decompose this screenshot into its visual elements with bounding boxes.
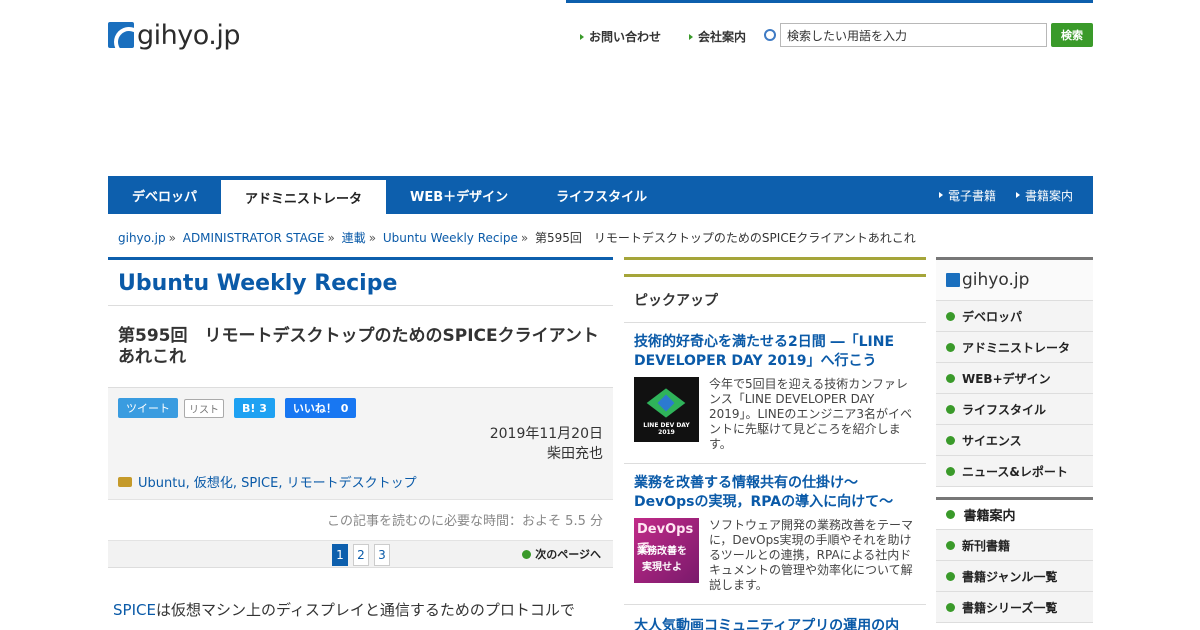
- breadcrumb-home[interactable]: gihyo.jp: [118, 231, 166, 245]
- pickup-item-title[interactable]: 技術的好奇心を満たせる2日間 ―「LINE DEVELOPER DAY 2019…: [634, 333, 916, 371]
- breadcrumb: gihyo.jp» ADMINISTRATOR STAGE» 連載» Ubunt…: [118, 231, 916, 245]
- page-2[interactable]: 2: [353, 544, 369, 566]
- pickup-item-title[interactable]: 業務を改善する情報共有の仕掛け～DevOpsの実現，RPAの導入に向けて～: [634, 474, 916, 512]
- sidebar: gihyo.jp デベロッパ アドミニストレータ WEB+デザイン ライフスタイ…: [936, 257, 1093, 623]
- sidebar-logo[interactable]: gihyo.jp: [936, 260, 1093, 301]
- tab-administrator[interactable]: アドミニストレータ: [221, 180, 387, 214]
- tab-developer[interactable]: デベロッパ: [108, 176, 221, 214]
- arrow-icon: [1015, 192, 1020, 198]
- breadcrumb-series[interactable]: Ubuntu Weekly Recipe: [383, 231, 518, 245]
- sidebar-logo-text: gihyo.jp: [962, 270, 1030, 290]
- sidebar-item-book-genres[interactable]: 書籍ジャンル一覧: [936, 561, 1093, 592]
- pickup-top-bar: [624, 257, 926, 260]
- arrow-circle-icon: [946, 602, 955, 612]
- contact-link[interactable]: お問い合わせ: [580, 28, 661, 45]
- search-icon: [764, 29, 776, 41]
- article-meta: ツイート リスト B! 3 いいね！ 0 2019年11月20日 柴田充也 Ub…: [108, 388, 613, 500]
- arrow-circle-icon: [946, 404, 955, 414]
- arrow-icon: [580, 33, 584, 40]
- ebook-link[interactable]: 電子書籍: [938, 187, 996, 204]
- pickup-item-text: ソフトウェア開発の業務改善をテーマに，DevOps実現の手順やそれを助けるツール…: [709, 518, 914, 592]
- sidebar-item-book-series[interactable]: 書籍シリーズ一覧: [936, 592, 1093, 623]
- arrow-circle-icon: [946, 466, 955, 476]
- logo-mark-icon: [946, 273, 960, 287]
- read-time: この記事を読むのに必要な時間：およそ 5.5 分: [108, 500, 613, 541]
- tab-lifestyle[interactable]: ライフスタイル: [532, 176, 671, 214]
- arrow-circle-icon: [946, 311, 955, 321]
- tag-links[interactable]: Ubuntu, 仮想化, SPICE, リモートデスクトップ: [138, 472, 417, 491]
- sidebar-item-news[interactable]: ニュース&レポート: [936, 456, 1093, 487]
- hatena-bookmark-button[interactable]: B! 3: [234, 398, 275, 418]
- main-nav: デベロッパ アドミニストレータ WEB＋デザイン ライフスタイル 電子書籍 書籍…: [108, 176, 1093, 214]
- thumbnail-label: LINE DEV DAY 2019: [643, 422, 690, 436]
- sidebar-item-lifestyle[interactable]: ライフスタイル: [936, 394, 1093, 425]
- author-name: 柴田充也: [547, 446, 603, 462]
- thumbnail-line: 業務改善を: [637, 546, 687, 557]
- top-accent-line: [566, 0, 1093, 3]
- pickup-item-title[interactable]: 大人気動画コミュニティアプリの運用の内: [624, 605, 926, 630]
- page-3[interactable]: 3: [374, 544, 390, 566]
- pickup-item[interactable]: 技術的好奇心を満たせる2日間 ―「LINE DEVELOPER DAY 2019…: [624, 323, 926, 464]
- article-tags: Ubuntu, 仮想化, SPICE, リモートデスクトップ: [118, 472, 417, 491]
- article-title: 第595回 リモートデスクトップのためのSPICEクライアントあれこれ: [108, 306, 613, 388]
- arrow-circle-icon: [946, 435, 955, 445]
- sidebar-item-developer[interactable]: デベロッパ: [936, 301, 1093, 332]
- article-column: Ubuntu Weekly Recipe 第595回 リモートデスクトップのため…: [108, 257, 613, 622]
- arrow-circle-icon: [946, 342, 955, 352]
- logo-mark-icon: [108, 22, 134, 48]
- pickup-header: ピックアップ: [624, 274, 926, 323]
- pickup-item[interactable]: 業務を改善する情報共有の仕掛け～DevOpsの実現，RPAの導入に向けて～ De…: [624, 464, 926, 605]
- sidebar-item-web-design[interactable]: WEB+デザイン: [936, 363, 1093, 394]
- books-header: 書籍案内: [936, 497, 1093, 530]
- pickup-thumbnail[interactable]: DevOpsで 業務改善を 実現せよ: [634, 518, 699, 583]
- spice-link[interactable]: SPICE: [113, 601, 156, 619]
- tweet-button[interactable]: ツイート: [118, 398, 178, 418]
- pickup-thumbnail[interactable]: LINE DEV DAY 2019: [634, 377, 699, 442]
- logo-text: gihyo.jp: [137, 19, 241, 51]
- breadcrumb-series-list[interactable]: 連載: [342, 231, 366, 245]
- breadcrumb-admin-stage[interactable]: ADMINISTRATOR STAGE: [183, 231, 325, 245]
- pickup-column: ピックアップ 技術的好奇心を満たせる2日間 ―「LINE DEVELOPER D…: [624, 257, 926, 630]
- social-buttons: ツイート リスト B! 3 いいね！ 0: [118, 398, 603, 418]
- thumbnail-line: 実現せよ: [642, 562, 682, 573]
- list-button[interactable]: リスト: [184, 398, 224, 418]
- article-body: SPICEは仮想マシン上のディスプレイと通信するためのプロトコルで: [113, 601, 575, 619]
- tab-web-design[interactable]: WEB＋デザイン: [386, 176, 532, 214]
- search-input[interactable]: [780, 23, 1047, 47]
- pickup-item-text: 今年で5回目を迎える技術カンファレンス「LINE DEVELOPER DAY 2…: [709, 377, 912, 451]
- page-1[interactable]: 1: [332, 544, 348, 566]
- arrow-circle-icon: [946, 571, 955, 581]
- breadcrumb-current: 第595回 リモートデスクトップのためのSPICEクライアントあれこれ: [535, 231, 916, 245]
- search-button[interactable]: 検索: [1051, 23, 1093, 47]
- company-link[interactable]: 会社案内: [689, 28, 746, 45]
- page-numbers: 1 2 3: [332, 544, 390, 566]
- arrow-circle-icon: [946, 510, 955, 519]
- sidebar-item-administrator[interactable]: アドミニストレータ: [936, 332, 1093, 363]
- next-arrow-icon: [522, 549, 532, 559]
- arrow-circle-icon: [946, 373, 955, 383]
- series-title[interactable]: Ubuntu Weekly Recipe: [108, 260, 613, 306]
- pager: 1 2 3 次のページへ: [108, 541, 613, 568]
- article-date-author: 2019年11月20日 柴田充也: [490, 424, 603, 464]
- books-link[interactable]: 書籍案内: [1015, 187, 1073, 204]
- sidebar-item-science[interactable]: サイエンス: [936, 425, 1093, 456]
- facebook-like-button[interactable]: いいね！ 0: [284, 398, 357, 418]
- tag-icon: [118, 476, 132, 487]
- arrow-circle-icon: [946, 540, 955, 550]
- publish-date: 2019年11月20日: [489, 426, 603, 442]
- arrow-icon: [938, 192, 943, 198]
- sidebar-item-new-books[interactable]: 新刊書籍: [936, 530, 1093, 561]
- header-links: お問い合わせ 会社案内: [580, 28, 774, 45]
- site-logo[interactable]: gihyo.jp: [108, 19, 241, 51]
- search-bar: 検索: [764, 23, 1093, 47]
- next-page-link[interactable]: 次のページへ: [522, 546, 601, 562]
- nav-right-links: 電子書籍 書籍案内: [919, 176, 1093, 214]
- arrow-icon: [689, 33, 694, 40]
